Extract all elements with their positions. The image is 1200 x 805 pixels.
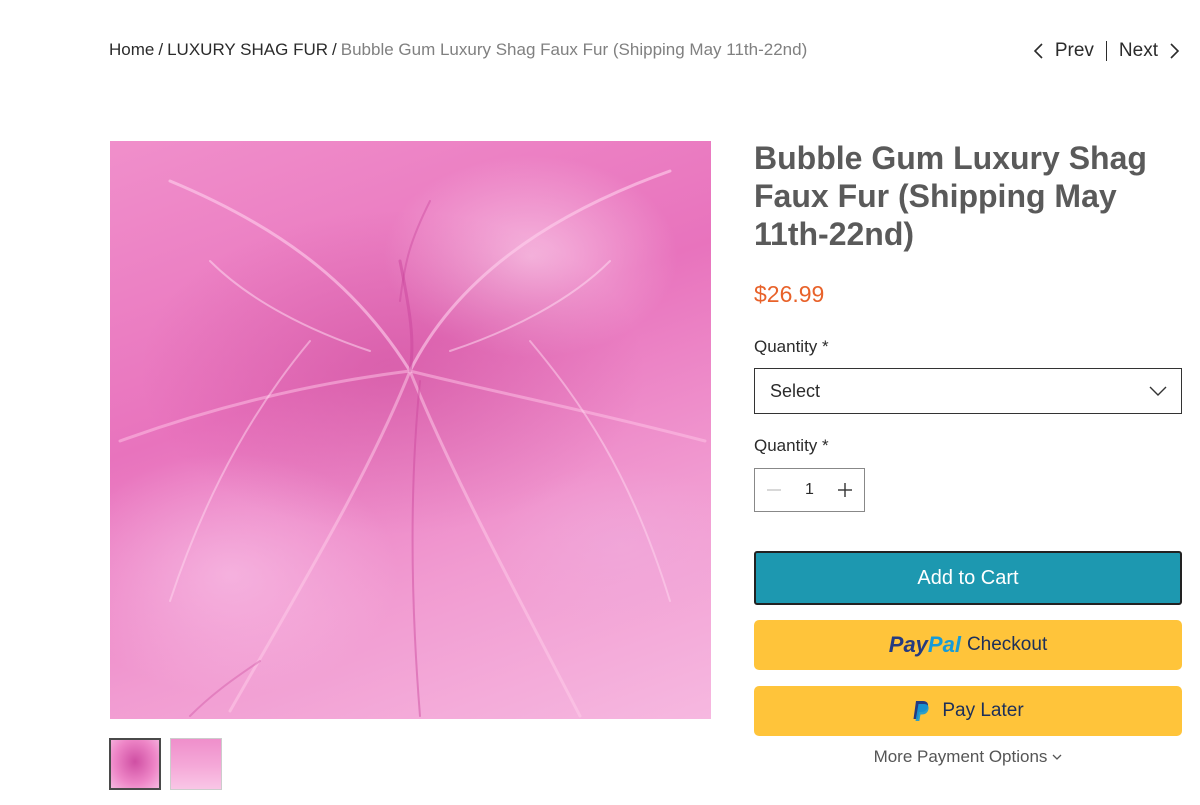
product-price: $26.99 <box>754 281 825 307</box>
increment-button[interactable] <box>836 481 854 499</box>
more-payment-options-label: More Payment Options <box>873 747 1048 766</box>
pay-later-label: Pay Later <box>942 700 1024 721</box>
chevron-down-icon <box>1052 754 1062 760</box>
paypal-word-pal: Pal <box>927 632 961 657</box>
quantity-value[interactable]: 1 <box>795 481 825 499</box>
breadcrumb-category-link[interactable]: LUXURY SHAG FUR <box>167 40 328 59</box>
checkout-label: Checkout <box>966 634 1048 655</box>
more-payment-options-link[interactable]: More Payment Options <box>754 747 1182 767</box>
product-pager: Prev Next <box>1033 40 1180 62</box>
paypal-logo-icon <box>913 701 929 721</box>
breadcrumb-separator: / <box>158 40 164 59</box>
chevron-left-icon <box>1033 43 1043 59</box>
product-main-image[interactable] <box>110 141 711 719</box>
chevron-down-icon <box>1149 386 1167 396</box>
next-link[interactable]: Next <box>1119 40 1180 62</box>
prev-link[interactable]: Prev <box>1033 40 1094 62</box>
decrement-button[interactable] <box>765 481 783 499</box>
thumbnail-2[interactable] <box>170 738 222 790</box>
prev-label: Prev <box>1054 40 1094 61</box>
breadcrumb: Home / LUXURY SHAG FUR / Bubble Gum Luxury S… <box>109 40 807 60</box>
fur-texture <box>118 169 707 718</box>
pager-divider <box>1105 41 1107 61</box>
breadcrumb-home-link[interactable]: Home <box>109 40 154 59</box>
paypal-checkout-button[interactable]: PayPal Checkout <box>754 620 1182 670</box>
add-to-cart-button[interactable]: Add to Cart <box>754 551 1182 605</box>
product-title: Bubble Gum Luxury Shag Faux Fur (Shippin… <box>754 140 1147 252</box>
quantity-stepper: 1 <box>754 468 865 512</box>
quantity-dropdown[interactable]: Select <box>754 368 1182 414</box>
paypal-word-pay: Pay <box>888 632 928 657</box>
paypal-pay-later-button[interactable]: Pay Later <box>754 686 1182 736</box>
minus-icon <box>767 489 781 491</box>
thumbnail-1[interactable] <box>109 738 161 790</box>
next-label: Next <box>1118 40 1158 61</box>
breadcrumb-separator: / <box>332 40 337 59</box>
paypal-logo-icon: PayPal <box>889 632 961 658</box>
quantity-select-label: Quantity * <box>754 337 829 356</box>
chevron-right-icon <box>1170 43 1180 59</box>
quantity-stepper-label: Quantity * <box>754 436 829 455</box>
dropdown-value: Select <box>770 380 821 401</box>
plus-icon <box>838 483 852 497</box>
breadcrumb-current: Bubble Gum Luxury Shag Faux Fur (Shippin… <box>340 40 808 59</box>
